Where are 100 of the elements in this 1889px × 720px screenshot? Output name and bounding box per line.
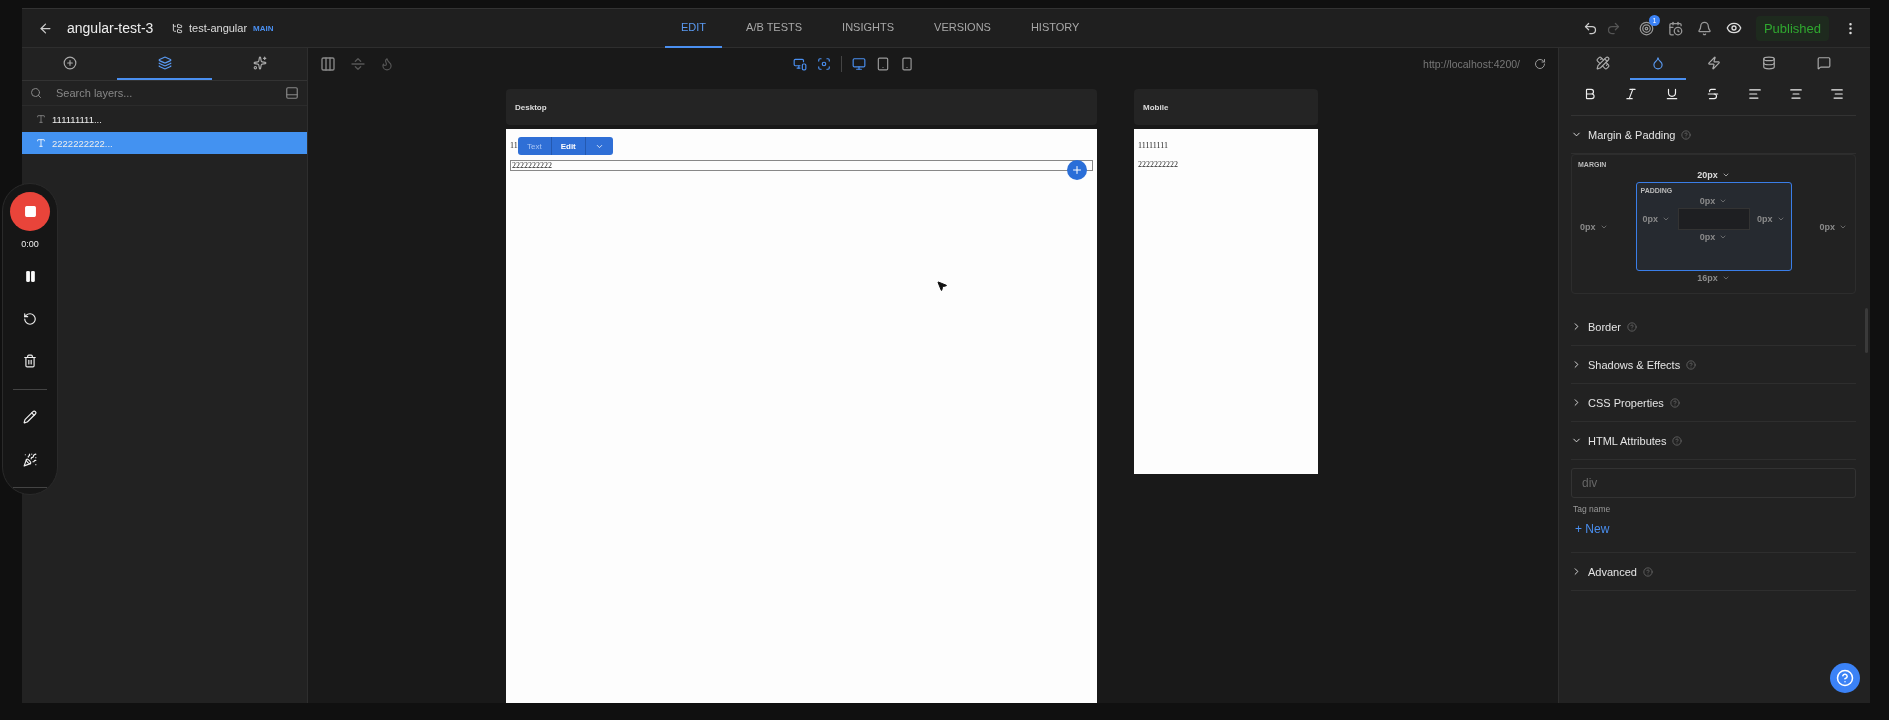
- spacing-value[interactable]: 0px: [1640, 212, 1672, 226]
- page-text: 11111111: [1138, 141, 1168, 150]
- stop-button[interactable]: [10, 192, 50, 231]
- spacing-value[interactable]: 0px: [1697, 230, 1730, 244]
- help-button[interactable]: [1830, 663, 1860, 693]
- section-title: Advanced: [1588, 565, 1637, 578]
- strikethrough-icon: [1706, 86, 1721, 101]
- section-title: Margin & Padding: [1588, 128, 1676, 141]
- device-button[interactable]: [876, 56, 890, 71]
- chevron-down-icon: [1721, 171, 1730, 179]
- spacing-value[interactable]: 20px: [1695, 168, 1732, 182]
- nav-tab[interactable]: A/B TESTS: [730, 8, 819, 48]
- eye-icon[interactable]: [1725, 20, 1742, 36]
- plus-icon: [1071, 164, 1083, 176]
- phone-icon: [900, 56, 914, 71]
- bell-icon[interactable]: [1696, 20, 1712, 36]
- monitor-icon: [852, 56, 866, 71]
- frame-label: Mobile: [1134, 89, 1318, 125]
- pencil-ruler-icon: [1595, 56, 1610, 70]
- text-icon: [36, 114, 46, 124]
- tag-name-field[interactable]: div: [1571, 468, 1856, 498]
- search-icon: [30, 87, 42, 99]
- project-title: angular-test-3: [67, 20, 155, 36]
- help-icon: [1836, 669, 1854, 687]
- search-field[interactable]: Search layers...: [54, 86, 273, 100]
- page-text: 11: [510, 141, 518, 150]
- spacing-value[interactable]: 0px: [1697, 194, 1730, 208]
- focus-icon: [817, 56, 831, 71]
- undo-icon: [1582, 20, 1598, 36]
- help-icon: [1627, 321, 1638, 332]
- section-header[interactable]: Shadows & Effects: [1571, 346, 1856, 384]
- nav-tab[interactable]: INSIGHTS: [826, 8, 911, 48]
- chevron-down-icon: [1662, 215, 1670, 223]
- database-icon: [1761, 56, 1776, 70]
- plus-circle-icon: [62, 56, 77, 70]
- lightning-icon: [1706, 56, 1721, 70]
- branch-name[interactable]: test-angular: [189, 22, 248, 34]
- branch-icon: [172, 22, 183, 34]
- spacing-value[interactable]: 16px: [1695, 271, 1732, 285]
- nav-tab[interactable]: VERSIONS: [918, 8, 1007, 48]
- align-center-icon: [1788, 86, 1803, 101]
- section-header[interactable]: Border: [1571, 308, 1856, 346]
- calendar-clock-icon[interactable]: [1667, 20, 1683, 36]
- device-button[interactable]: [900, 56, 914, 71]
- help-icon: [1681, 129, 1692, 140]
- restart-icon: [23, 311, 37, 326]
- section-header[interactable]: CSS Properties: [1571, 384, 1856, 422]
- trash-icon: [23, 354, 37, 369]
- section-title: HTML Attributes: [1588, 434, 1667, 447]
- section-header[interactable]: HTML Attributes: [1571, 422, 1856, 460]
- sparkles-icon: [252, 56, 267, 70]
- text-icon: [36, 138, 46, 148]
- branch-label: MAIN: [253, 23, 274, 33]
- columns-icon[interactable]: [320, 55, 336, 72]
- spacing-value[interactable]: 0px: [1578, 219, 1610, 234]
- nav-tab[interactable]: HISTORY: [1014, 8, 1096, 48]
- add-button[interactable]: [1067, 160, 1087, 180]
- section-title: CSS Properties: [1588, 396, 1664, 409]
- help-icon: [1669, 397, 1680, 408]
- bold-icon: [1583, 86, 1597, 101]
- align-right-icon: [1829, 86, 1844, 101]
- chevron-down-icon: [1776, 215, 1785, 223]
- edit-button[interactable]: Edit: [551, 137, 586, 155]
- layer-item[interactable]: 111111111...: [22, 108, 307, 130]
- new-attribute-button[interactable]: + New: [1571, 514, 1614, 544]
- help-icon: [1672, 435, 1683, 446]
- help-icon: [1686, 359, 1697, 370]
- section-header[interactable]: Advanced: [1571, 553, 1856, 591]
- tag-name-label: Tag name: [1573, 504, 1612, 514]
- device-button[interactable]: [793, 56, 807, 71]
- chevron-down-icon: [1719, 197, 1728, 205]
- pencil-icon: [23, 410, 37, 425]
- droplet-icon: [1651, 56, 1666, 70]
- chevron-down-icon: [1719, 233, 1728, 241]
- refresh-icon[interactable]: [1534, 57, 1546, 70]
- page-text: 2222222222: [1138, 160, 1178, 169]
- section-header[interactable]: Margin & Padding: [1571, 116, 1856, 154]
- tablet-icon: [876, 56, 890, 71]
- publish-status-button[interactable]: Published: [1755, 15, 1829, 41]
- spacing-value[interactable]: 0px: [1817, 219, 1849, 234]
- section-title: Border: [1588, 320, 1622, 333]
- align-left-icon: [1747, 86, 1762, 101]
- frame-label: Desktop: [506, 89, 1097, 125]
- device-button[interactable]: [817, 56, 831, 71]
- target-icon[interactable]: [1638, 20, 1654, 36]
- party-popper-icon: [23, 452, 37, 467]
- device-button[interactable]: [852, 56, 866, 71]
- panel-icon[interactable]: [285, 86, 299, 100]
- redo-icon: [1605, 20, 1621, 36]
- chevron-down-icon: [1721, 274, 1730, 282]
- layers-icon: [157, 56, 172, 70]
- cursor-icon: [936, 280, 948, 292]
- page-text: 2222222222: [510, 160, 1093, 171]
- help-icon: [1642, 566, 1653, 577]
- section-title: Shadows & Effects: [1588, 358, 1681, 371]
- recording-time: 0:00: [21, 238, 39, 249]
- square-icon: [23, 204, 37, 218]
- spacing-value[interactable]: 0px: [1755, 212, 1787, 226]
- devices-icon: [793, 56, 807, 71]
- page-url: http://localhost:4200/: [1423, 57, 1520, 70]
